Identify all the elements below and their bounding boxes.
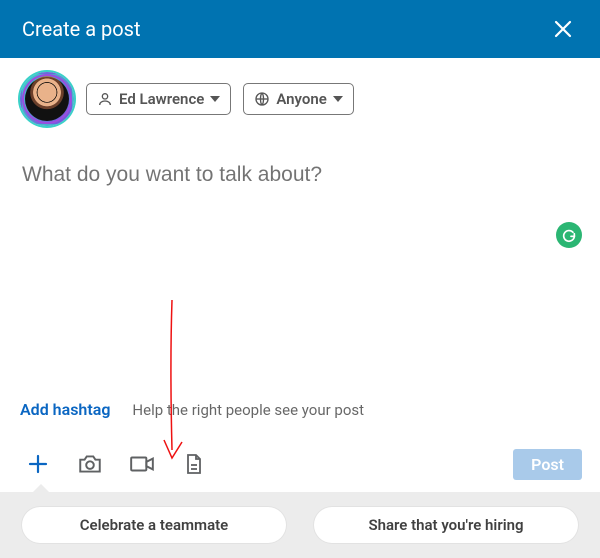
grammarly-icon	[561, 227, 577, 243]
author-row: Ed Lawrence Anyone	[0, 58, 600, 126]
chevron-down-icon	[333, 96, 343, 102]
add-document-button[interactable]	[168, 440, 220, 488]
suggestion-hiring[interactable]: Share that you're hiring	[314, 507, 578, 543]
dialog-title: Create a post	[22, 17, 141, 41]
camera-icon	[77, 451, 103, 477]
hashtag-row: Add hashtag Help the right people see yo…	[20, 400, 364, 419]
close-button[interactable]	[546, 12, 580, 46]
visibility-label: Anyone	[276, 90, 327, 108]
globe-icon	[254, 91, 270, 107]
suggestion-caret	[32, 484, 50, 493]
compose-area	[0, 126, 600, 188]
author-selector[interactable]: Ed Lawrence	[86, 83, 231, 115]
video-icon	[129, 451, 155, 477]
add-photo-button[interactable]	[64, 440, 116, 488]
visibility-selector[interactable]: Anyone	[243, 83, 354, 115]
suggestion-bar: Celebrate a teammate Share that you're h…	[0, 492, 600, 558]
plus-icon	[26, 452, 50, 476]
author-name: Ed Lawrence	[119, 90, 204, 108]
suggestion-celebrate[interactable]: Celebrate a teammate	[22, 507, 286, 543]
add-hashtag-button[interactable]: Add hashtag	[20, 400, 110, 419]
person-icon	[97, 91, 113, 107]
avatar[interactable]	[20, 72, 74, 126]
add-more-button[interactable]	[12, 440, 64, 488]
dialog-header: Create a post	[0, 0, 600, 58]
close-icon	[553, 19, 573, 39]
chevron-down-icon	[210, 96, 220, 102]
add-video-button[interactable]	[116, 440, 168, 488]
grammarly-badge[interactable]	[556, 222, 582, 248]
post-button[interactable]: Post	[513, 449, 582, 480]
media-toolbar: Post	[0, 440, 600, 488]
post-text-input[interactable]	[20, 162, 584, 188]
document-icon	[182, 452, 206, 476]
hashtag-help-text: Help the right people see your post	[132, 401, 364, 419]
